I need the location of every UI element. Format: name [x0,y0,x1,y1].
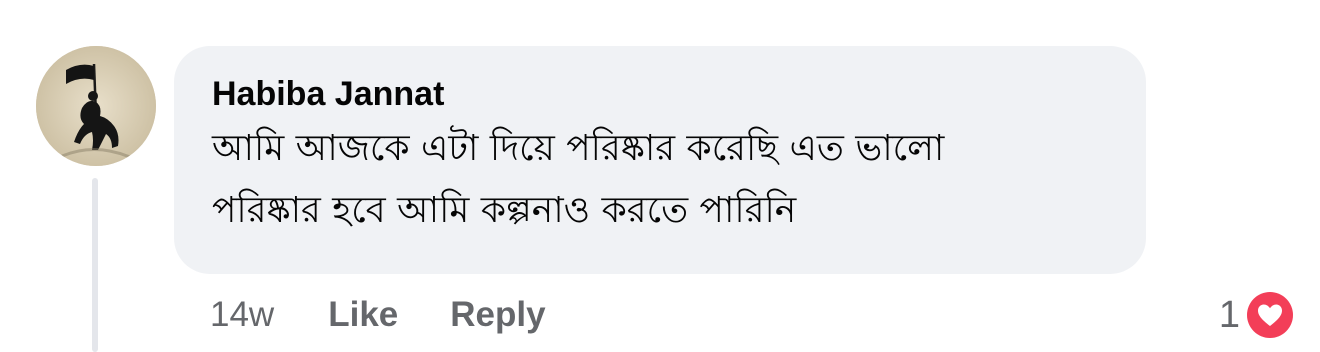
reaction-summary[interactable]: 1 [1219,288,1296,342]
reaction-count: 1 [1218,293,1240,336]
like-button[interactable]: Like [328,295,398,335]
avatar[interactable] [36,46,156,166]
thread-line [92,178,98,352]
comment-author[interactable]: Habiba Jannat [212,74,1110,114]
love-icon [1244,289,1296,341]
comment-timestamp[interactable]: 14w [210,295,274,335]
comment-text: আমি আজকে এটা দিয়ে পরিষ্কার করেছি এত ভাল… [212,118,1110,242]
comment-text-line-1: আমি আজকে এটা দিয়ে পরিষ্কার করেছি এত ভাল… [212,128,945,169]
comment-bubble: Habiba Jannat আমি আজকে এটা দিয়ে পরিষ্কা… [174,46,1146,274]
avatar-image [36,46,156,166]
comment-actions: 14w Like Reply [210,290,598,340]
comment-text-line-2: পরিষ্কার হবে আমি কল্পনাও করতে পারিনি [212,190,797,231]
reply-button[interactable]: Reply [450,295,545,335]
